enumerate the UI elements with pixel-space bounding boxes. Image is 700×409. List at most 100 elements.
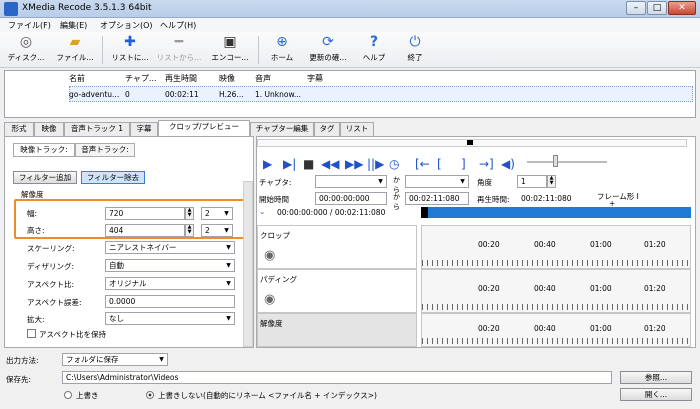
start-time-input[interactable]: 00:00:00:000 [315, 192, 387, 205]
column-header-duration[interactable]: 再生時間 [165, 73, 197, 84]
chevron-down-icon: ▼ [159, 356, 164, 363]
stop-icon[interactable]: ■ [303, 157, 314, 171]
output-method-value: フォルダに保存 [66, 355, 119, 364]
cell-chapter: 0 [125, 90, 130, 99]
volume-slider[interactable] [527, 161, 607, 163]
rewind-icon[interactable]: ◀◀ [321, 157, 339, 171]
preview-panel: ▶ ▶| ■ ◀◀ ▶▶ ||▶ ◷ [← [ ] →] ◀) チャプタ: ▼ … [256, 136, 696, 348]
menu-options[interactable]: オプション(O) [100, 20, 153, 31]
time-to-label: から [393, 193, 400, 211]
tab-format[interactable]: 形式 [4, 122, 34, 136]
frame-type-label: フレーム形 I [597, 192, 639, 201]
menu-edit[interactable]: 編集(E) [60, 20, 87, 31]
cell-audio: 1. Unknow... [255, 90, 302, 99]
help-button[interactable]: ? ヘルプ [356, 34, 392, 63]
end-time-input[interactable]: 00:02:11:080 [405, 192, 469, 205]
video-track-subtab[interactable]: 映像トラック: [13, 143, 75, 157]
padding-timeline[interactable]: 00:20 00:40 01:00 01:20 [421, 269, 691, 313]
maximize-button[interactable]: □ [647, 1, 667, 15]
refresh-icon: ⟳ [322, 34, 334, 50]
column-header-name[interactable]: 名前 [69, 73, 85, 84]
tab-list[interactable]: リスト [340, 122, 374, 136]
add-filter-button[interactable]: フィルター追加 [13, 171, 77, 184]
chapter-from-select[interactable]: ▼ [315, 175, 387, 188]
mark-out-icon[interactable]: →] [479, 157, 494, 171]
overwrite-radio[interactable] [64, 391, 72, 399]
tab-tags[interactable]: タグ [314, 122, 340, 136]
disc-icon: ◎ [19, 34, 33, 50]
no-overwrite-radio[interactable] [146, 391, 154, 399]
left-scrollbar[interactable] [243, 181, 253, 347]
crop-track[interactable]: クロップ ◉ [257, 225, 417, 269]
width-input[interactable]: 720 [105, 207, 185, 220]
home-button[interactable]: ⊕ ホーム [264, 34, 300, 63]
resolution-track[interactable]: 解像度 [257, 313, 417, 347]
output-method-select[interactable]: フォルダに保存 ▼ [62, 353, 168, 366]
remove-from-list-button[interactable]: ━ リストから... [154, 34, 204, 63]
height-step-select[interactable]: 2 ▼ [201, 224, 233, 237]
aspect-error-input[interactable]: 0.0000 [105, 295, 235, 308]
file-list[interactable]: 名前 チャプ... 再生時間 映像 音声 字幕 go-adventu... 0 … [4, 70, 696, 118]
encode-button[interactable]: ▣ エンコー... [206, 34, 254, 63]
aspect-ratio-select[interactable]: オリジナル ▼ [105, 277, 235, 290]
next-frame-icon[interactable]: ||▶ [367, 157, 384, 171]
angle-input[interactable]: 1 [517, 175, 547, 188]
column-header-subtitle[interactable]: 字幕 [307, 73, 323, 84]
browse-button[interactable]: 参照... [620, 371, 692, 384]
minimize-button[interactable]: – [626, 1, 646, 15]
disc-button[interactable]: ◎ ディスク... [4, 34, 48, 63]
menu-help[interactable]: ヘルプ(H) [160, 20, 196, 31]
crop-timeline[interactable]: 00:20 00:40 01:00 01:20 [421, 225, 691, 269]
menu-file[interactable]: ファイル(F) [8, 20, 51, 31]
add-to-list-button[interactable]: ✚ リストに... [106, 34, 154, 63]
close-button[interactable]: ✕ [668, 1, 696, 15]
column-header-audio[interactable]: 音声 [255, 73, 271, 84]
output-method-label: 出力方法: [6, 356, 39, 365]
tab-subtitle[interactable]: 字幕 [130, 122, 158, 136]
zoom-select[interactable]: なし ▼ [105, 312, 235, 325]
clock-icon[interactable]: ◷ [389, 157, 399, 171]
chevron-down-icon[interactable]: ⌄ [259, 207, 265, 216]
open-file-button[interactable]: ▰ ファイル... [52, 34, 98, 63]
padding-track[interactable]: パディング ◉ [257, 269, 417, 313]
power-exit-icon: ⏻ [409, 34, 421, 50]
height-step-value: 2 [205, 226, 210, 235]
play-icon[interactable]: ▶ [263, 157, 272, 171]
position-readout: 00:00:00:000 / 00:02:11:080 [277, 208, 386, 217]
column-header-chapter[interactable]: チャプ... [125, 73, 157, 84]
volume-icon[interactable]: ◀) [501, 157, 515, 171]
remove-filter-button[interactable]: フィルター除去 [81, 171, 145, 184]
keep-aspect-label: アスペクト比を保持 [39, 330, 106, 339]
volume-slider-handle[interactable] [553, 155, 558, 167]
seek-bar[interactable] [421, 207, 691, 218]
check-update-button[interactable]: ⟳ 更新の確... [304, 34, 352, 63]
width-step-select[interactable]: 2 ▼ [201, 207, 233, 220]
save-path-input[interactable]: C:\Users\Administrator\Videos [62, 371, 612, 384]
height-input[interactable]: 404 [105, 224, 185, 237]
table-row[interactable] [69, 86, 693, 102]
width-spinner[interactable]: ▲ ▼ [185, 207, 194, 220]
height-spinner[interactable]: ▲ ▼ [185, 224, 194, 237]
dithering-select[interactable]: 自動 ▼ [105, 259, 235, 272]
step-forward-icon[interactable]: ▶| [283, 157, 296, 171]
keep-aspect-checkbox[interactable] [27, 329, 36, 338]
angle-spinner[interactable]: ▲ ▼ [547, 175, 556, 188]
tab-crop-preview[interactable]: クロップ/プレビュー [158, 120, 250, 136]
tab-chapter-edit[interactable]: チャプター編集 [250, 122, 314, 136]
bracket-close-icon[interactable]: ] [461, 157, 466, 171]
eye-icon[interactable]: ◉ [264, 292, 275, 307]
tab-video[interactable]: 映像 [34, 122, 64, 136]
eye-icon[interactable]: ◉ [264, 248, 275, 263]
seek-handle[interactable] [421, 207, 428, 218]
open-button[interactable]: 開く... [620, 388, 692, 401]
chapter-to-select[interactable]: ▼ [405, 175, 469, 188]
tab-audio-track[interactable]: 音声トラック 1 [64, 122, 130, 136]
scaling-select[interactable]: ニアレストネイバー ▼ [105, 241, 235, 254]
audio-track-subtab[interactable]: 音声トラック: [75, 143, 135, 157]
bracket-open-icon[interactable]: [ [437, 157, 442, 171]
fast-forward-icon[interactable]: ▶▶ [345, 157, 363, 171]
resolution-timeline[interactable]: 00:20 00:40 01:00 01:20 [421, 313, 691, 347]
column-header-video[interactable]: 映像 [219, 73, 235, 84]
mark-in-icon[interactable]: [← [415, 157, 430, 171]
exit-button[interactable]: ⏻ 終了 [400, 34, 430, 63]
